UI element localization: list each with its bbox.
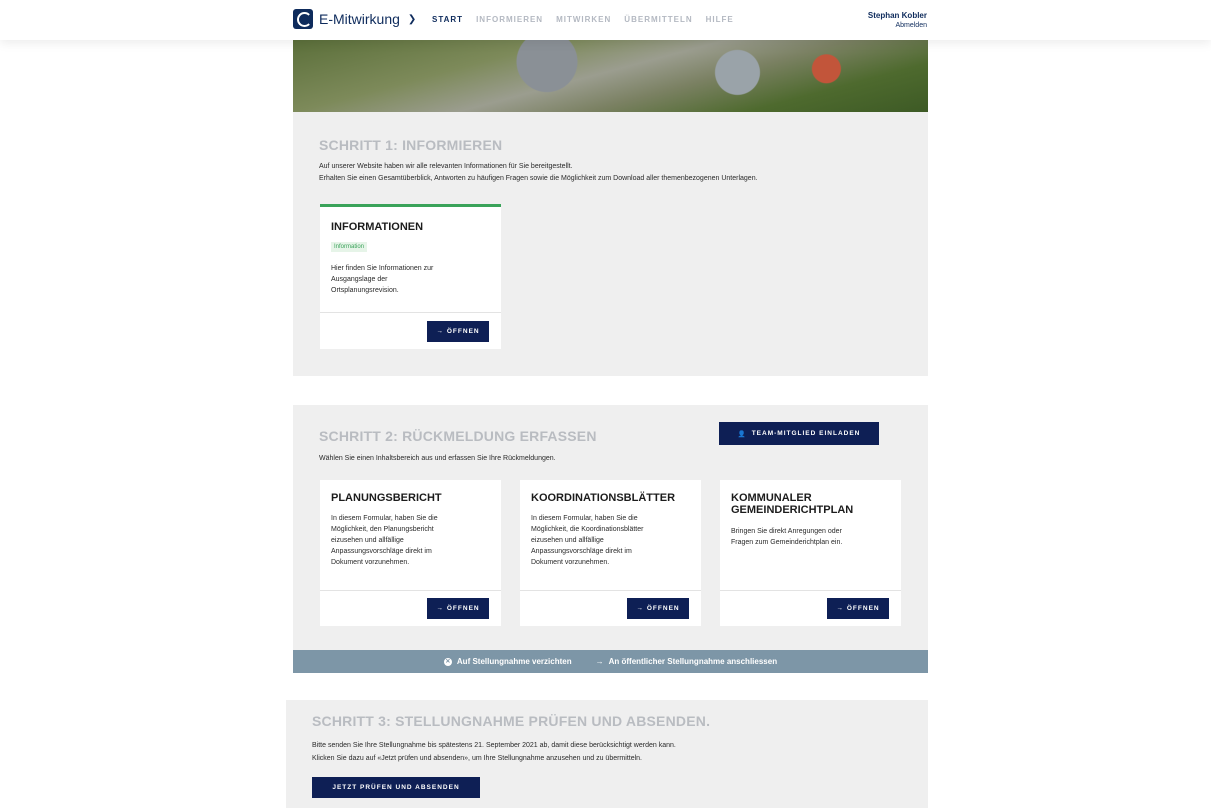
nav-uebermitteln[interactable]: ÜBERMITTELN [624, 15, 692, 24]
logout-link[interactable]: Abmelden [868, 21, 927, 31]
invite-team-member-button[interactable]: 👤 TEAM-MITGLIED EINLADEN [719, 422, 879, 445]
user-name: Stephan Kobler [867, 11, 927, 20]
info-card-desc: Hier finden Sie Informationen zur Ausgan… [331, 265, 434, 294]
step2-title: SCHRITT 2: RÜCKMELDUNG ERFASSEN [319, 428, 597, 444]
card-title: PLANUNGSBERICHT [331, 492, 442, 504]
step2-section: SCHRITT 2: RÜCKMELDUNG ERFASSEN 👤 TEAM-M… [293, 405, 928, 673]
koordinationsblaetter-open-button[interactable]: → ÖFFNEN [627, 598, 689, 619]
info-open-button[interactable]: → ÖFFNEN [427, 321, 489, 342]
info-card: INFORMATIONEN Information Hier finden Si… [320, 204, 501, 349]
card-divider [520, 590, 701, 591]
step3-title: SCHRITT 3: STELLUNGNAHME PRÜFEN UND ABSE… [312, 713, 711, 729]
decline-statement-button[interactable]: ✕ Auf Stellungnahme verzichten [443, 657, 572, 666]
nav-mitwirken[interactable]: MITWIRKEN [556, 15, 611, 24]
step1-text-2: Erhalten Sie einen Gesamtüberblick, Antw… [319, 175, 758, 182]
logo-icon [293, 9, 313, 29]
add-user-icon: 👤 [737, 430, 747, 438]
main-nav: START INFORMIEREN MITWIRKEN ÜBERMITTELN … [432, 15, 734, 24]
card-desc: In diesem Formular, haben Sie die Möglic… [531, 515, 644, 566]
chevron-down-icon: ❯ [407, 13, 417, 25]
arrow-right-icon: → [595, 657, 604, 666]
join-public-statement-button[interactable]: → An öffentlicher Stellungnahme anschlie… [596, 657, 777, 666]
nav-informieren[interactable]: INFORMIEREN [476, 15, 543, 24]
nav-start[interactable]: START [432, 15, 463, 24]
step1-section: SCHRITT 1: INFORMIEREN Auf unserer Websi… [293, 112, 928, 376]
planungsbericht-open-button[interactable]: → ÖFFNEN [427, 598, 489, 619]
card-desc: In diesem Formular, haben Sie die Möglic… [331, 515, 438, 566]
info-card-title: INFORMATIONEN [331, 221, 424, 233]
action-bar: ✕ Auf Stellungnahme verzichten → An öffe… [293, 650, 928, 673]
gemeinderichtplan-open-button[interactable]: → ÖFFNEN [827, 598, 889, 619]
card-title: KOMMUNALER GEMEINDERICHTPLAN [731, 492, 854, 516]
check-and-submit-button[interactable]: JETZT PRÜFEN UND ABSENDEN [312, 777, 480, 798]
card-divider [320, 590, 501, 591]
card-divider [720, 590, 901, 591]
koordinationsblaetter-card: KOORDINATIONSBLÄTTER In diesem Formular,… [520, 480, 701, 626]
arrow-right-icon: → [636, 605, 644, 612]
hero-aerial-image [293, 40, 928, 112]
brand-menu[interactable]: E-Mitwirkung ❯ [293, 9, 416, 29]
user-menu: Stephan Kobler Abmelden [868, 11, 927, 31]
gemeinderichtplan-card: KOMMUNALER GEMEINDERICHTPLAN Bringen Sie… [720, 480, 901, 626]
nav-hilfe[interactable]: HILFE [706, 15, 734, 24]
step2-text: Wählen Sie einen Inhaltsbereich aus und … [319, 455, 556, 462]
card-divider [320, 312, 501, 313]
close-circle-icon: ✕ [443, 657, 452, 666]
brand-name: E-Mitwirkung [319, 11, 400, 27]
arrow-right-icon: → [436, 605, 444, 612]
step1-title: SCHRITT 1: INFORMIEREN [319, 137, 503, 153]
card-desc: Bringen Sie direkt Anregungen oder Frage… [731, 528, 843, 546]
card-title: KOORDINATIONSBLÄTTER [531, 492, 676, 504]
step1-text-1: Auf unserer Website haben wir alle relev… [319, 163, 573, 170]
info-tag: Information [331, 242, 368, 252]
step3-text-2: Klicken Sie dazu auf «Jetzt prüfen und a… [312, 755, 642, 762]
step3-section: SCHRITT 3: STELLUNGNAHME PRÜFEN UND ABSE… [286, 700, 928, 808]
top-header: E-Mitwirkung ❯ START INFORMIEREN MITWIRK… [0, 0, 1211, 40]
planungsbericht-card: PLANUNGSBERICHT In diesem Formular, habe… [320, 480, 501, 626]
arrow-right-icon: → [436, 328, 444, 335]
step3-text-1: Bitte senden Sie Ihre Stellungnahme bis … [312, 742, 676, 749]
arrow-right-icon: → [836, 605, 844, 612]
